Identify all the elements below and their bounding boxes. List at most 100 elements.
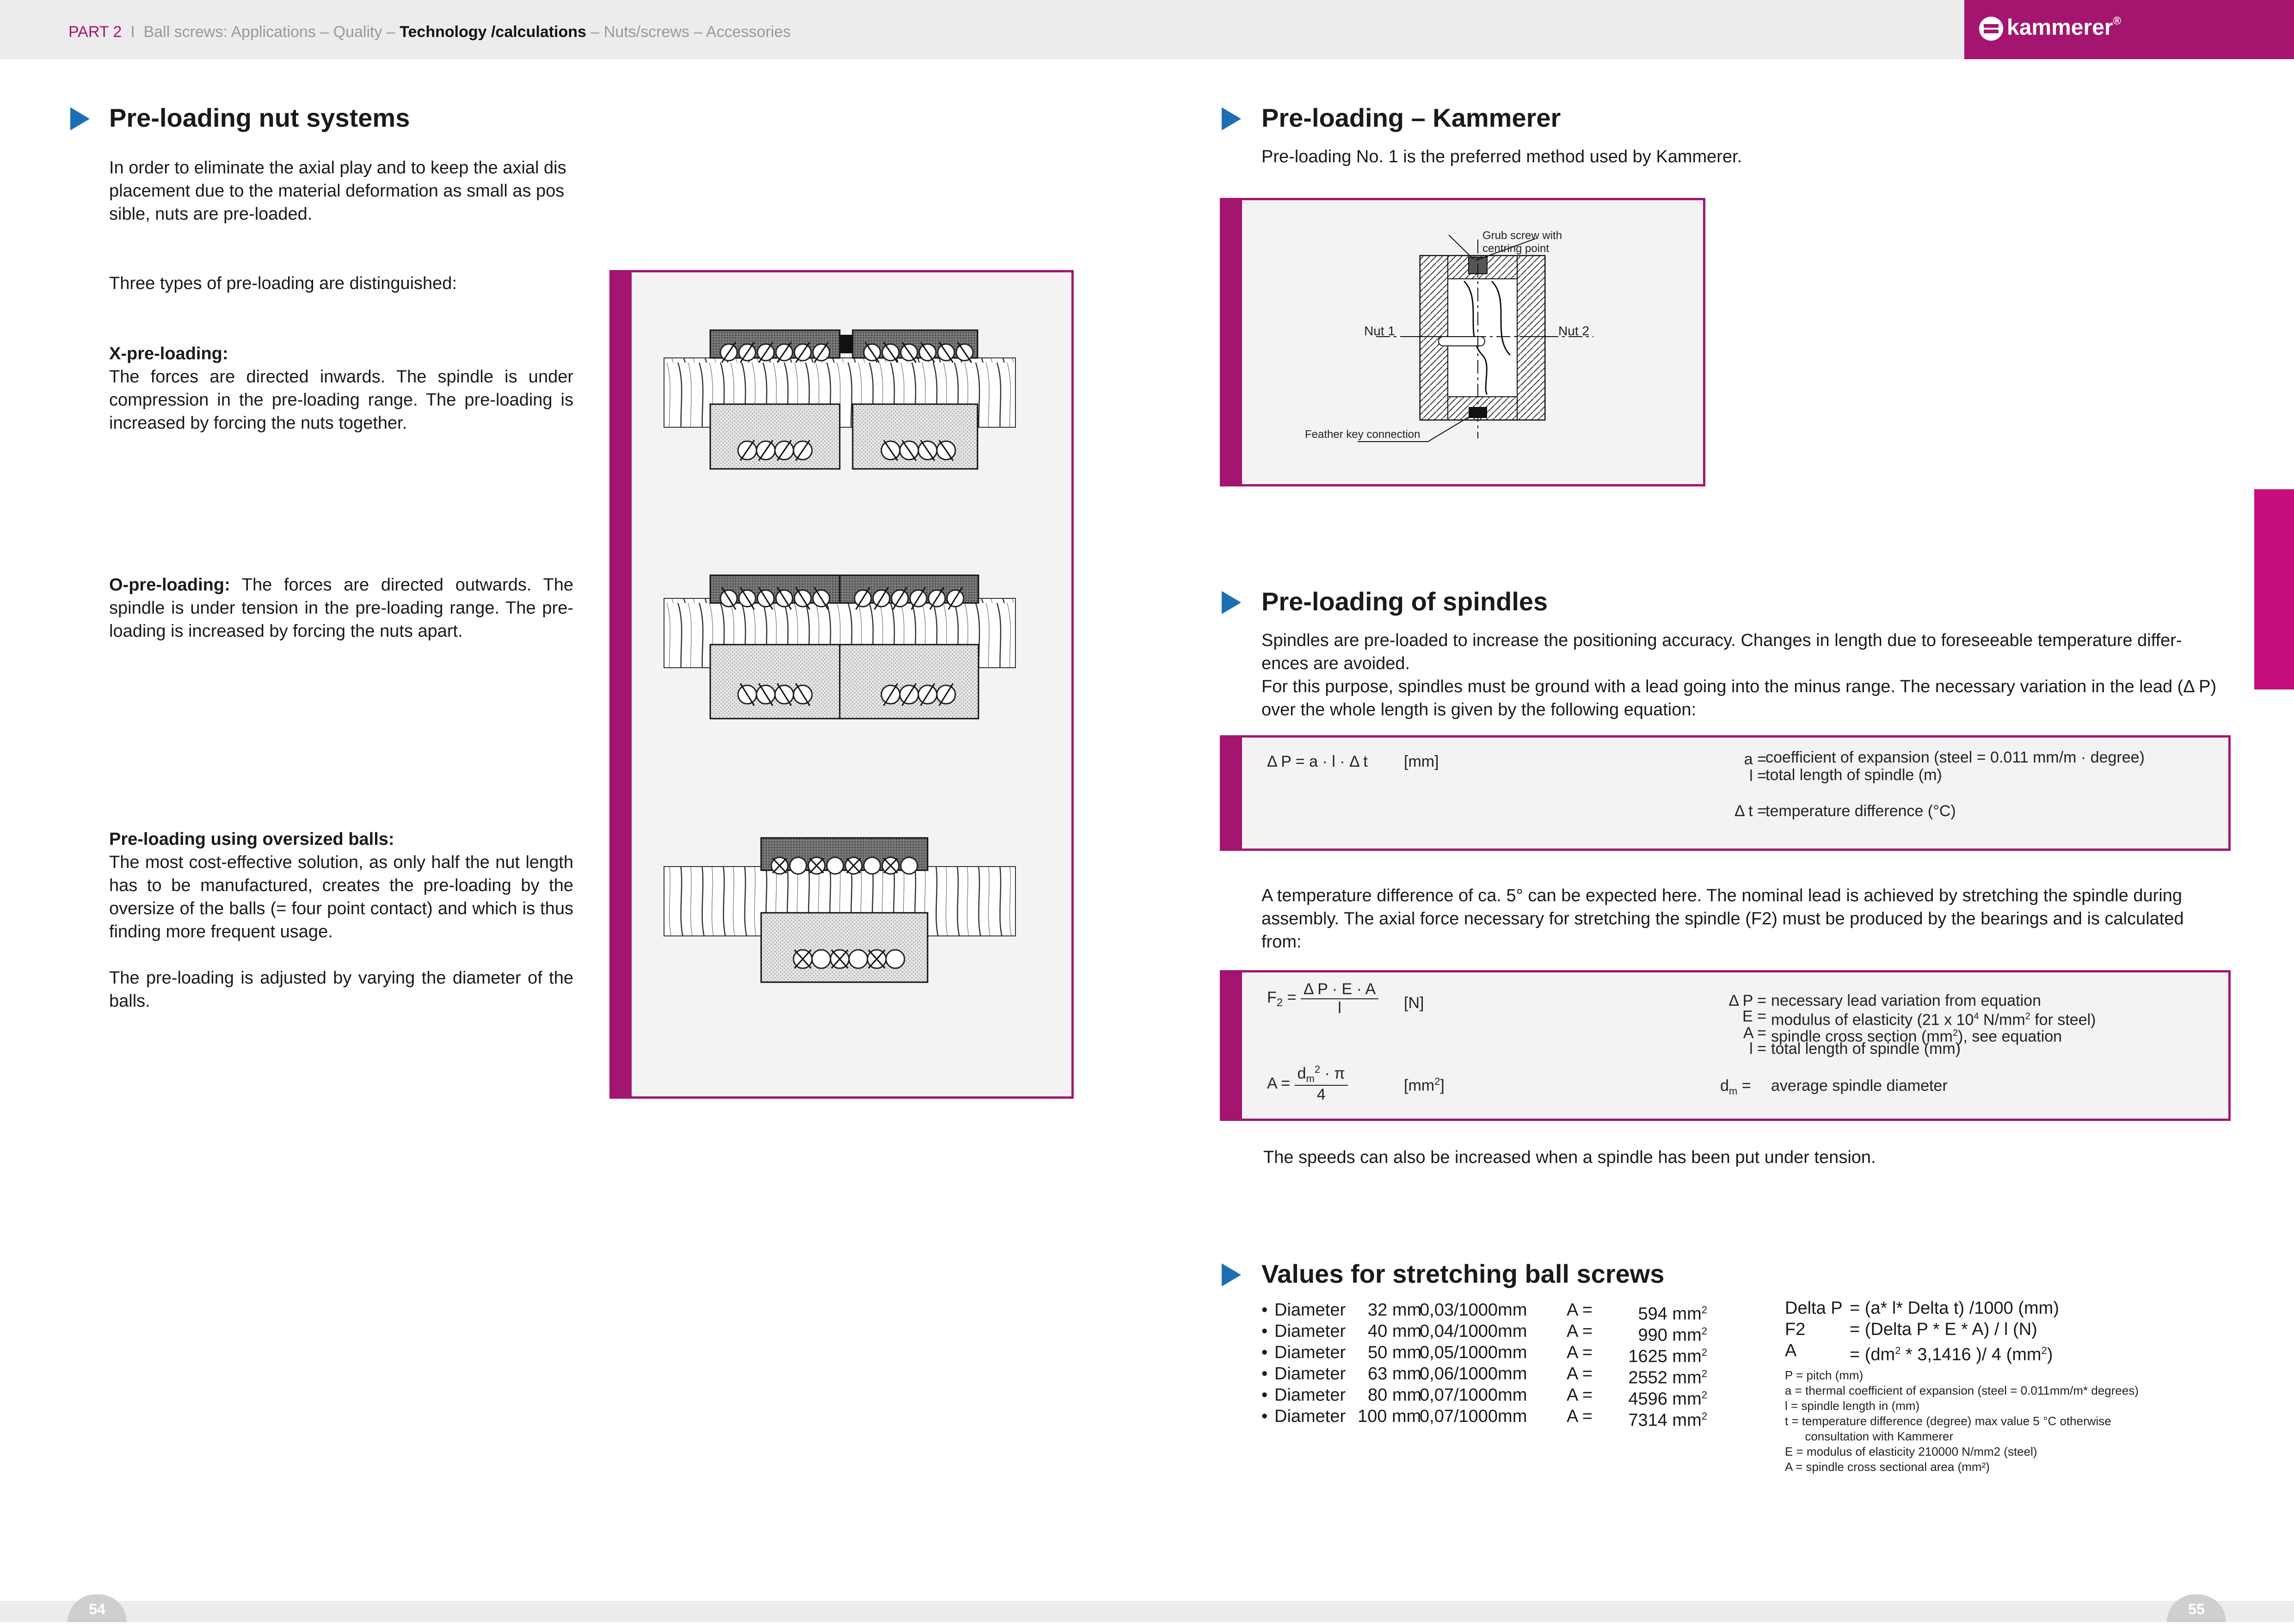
f2-denominator: l (1338, 999, 1341, 1017)
value-area-num: 7314 mm (1628, 1410, 1702, 1430)
formula-area-end: ) (2047, 1345, 2053, 1365)
formula-delta-p-rhs: = (a* l* Delta t) /1000 (mm) (1850, 1298, 2059, 1318)
value-area-sup: 2 (1701, 1304, 1707, 1316)
def-dm-d: d (1720, 1077, 1729, 1095)
def-e-sup2: 2 (2025, 1011, 2030, 1021)
bullet-triangle-icon (1222, 107, 1241, 130)
value-ratio: 0,07/1000mm (1420, 1407, 1527, 1426)
value-a-eq: A = (1567, 1322, 1593, 1341)
value-ratio: 0,03/1000mm (1420, 1300, 1527, 1320)
f2-lhs: F (1267, 988, 1277, 1006)
value-bullet: • (1261, 1343, 1268, 1362)
legend-line: a = thermal coefficient of expansion (st… (1785, 1384, 2139, 1397)
value-diameter: 40 mm (1368, 1322, 1422, 1341)
area-unit-end: ] (1440, 1077, 1445, 1095)
legend-line: consultation with Kammerer (1785, 1429, 1954, 1443)
chapter-side-tab (2254, 489, 2294, 689)
def-a: coefficient of expansion (steel = 0.011 … (1765, 749, 2145, 766)
area-unit-sup: 2 (1434, 1076, 1440, 1087)
area-denominator: 4 (1316, 1086, 1326, 1104)
breadcrumb: PART 2 I Ball screws: Applications – Qua… (68, 23, 791, 41)
formula-area-tail: * 3,1416 )/ 4 (mm (1900, 1345, 2042, 1365)
f2-lhs-sub: 2 (1276, 996, 1283, 1009)
oversized-balls-diagram (664, 837, 1016, 983)
breadcrumb-prefix: Ball screws: Applications – Quality – (143, 23, 395, 41)
stretch-formulas: Delta P = (a* l* Delta t) /1000 (mm) F2 … (1785, 1298, 2139, 1475)
formula-area-sup2: 2 (2041, 1345, 2047, 1356)
value-bullet: • (1261, 1322, 1268, 1341)
f2-numerator: Δ P · E · A (1300, 980, 1379, 999)
kammerer-nut-diagram (1358, 234, 1593, 442)
legend-line: E = modulus of elasticity 210000 N/mm2 (… (1785, 1445, 2037, 1458)
value-a-eq: A = (1567, 1407, 1593, 1426)
brand-logo: kammerer® (2007, 15, 2121, 40)
oversized-balls-adjust: The pre-loading is adjusted by varying t… (109, 968, 573, 1011)
value-area-sup: 2 (1701, 1389, 1707, 1401)
area-num-tail: · π (1320, 1064, 1345, 1083)
oversized-balls-title: Pre-loading using oversized balls: (109, 830, 394, 849)
x-preloading-text: The forces are directed inwards. The spi… (109, 367, 573, 433)
legend-line: A = spindle cross sectional area (mm²) (1785, 1460, 1990, 1474)
legend-line: P = pitch (mm) (1785, 1368, 1863, 1382)
x-preloading-paragraph: X-pre-loading: The forces are directed i… (109, 342, 573, 435)
label-centring-point: centring point (1482, 242, 1550, 255)
legend-line: t = temperature difference (degree) max … (1785, 1414, 2111, 1428)
area-num-sub: m (1306, 1073, 1315, 1085)
value-a-eq: A = (1567, 1364, 1593, 1384)
o-preloading-title: O-pre-loading: (109, 575, 230, 595)
equation-delta-p: Δ P = a · l · Δ t (1267, 753, 1368, 770)
value-area-sup: 2 (1701, 1325, 1707, 1337)
def-delta-p: necessary lead variation from equation (1771, 992, 2041, 1009)
kammerer-logo-icon (1979, 17, 2003, 41)
equation-area-unit: [mm2] (1404, 1076, 1445, 1095)
bullet-triangle-icon (1222, 591, 1241, 614)
value-area-sup: 2 (1701, 1410, 1707, 1422)
equation-f2-unit: [N] (1404, 994, 1424, 1012)
bullet-triangle-icon (1222, 1263, 1241, 1286)
value-ratio: 0,07/1000mm (1420, 1385, 1527, 1405)
value-bullet: • (1261, 1300, 1268, 1320)
f2-eq: = (1287, 988, 1297, 1006)
x-preloading-diagram (664, 329, 1016, 470)
value-area: 7314 mm2 (1599, 1406, 1707, 1431)
value-label: Diameter (1274, 1300, 1346, 1320)
formula-area-sup: 2 (1895, 1345, 1901, 1356)
formula-area-rhs-text: = (dm (1850, 1345, 1895, 1365)
value-bullet: • (1261, 1385, 1268, 1405)
preloading-diagrams (664, 329, 1016, 983)
equation-f2: F2 = Δ P · E · Al (1267, 980, 1379, 1017)
formula-area: A = (dm2 * 3,1416 )/ 4 (mm2) (1785, 1340, 2139, 1365)
value-label: Diameter (1274, 1322, 1346, 1341)
formula-f2-lhs: F2 (1785, 1320, 1806, 1339)
def-dm-eq: = (1741, 1077, 1751, 1095)
kammerer-text: Pre-loading No. 1 is the preferred metho… (1261, 147, 1742, 166)
legend-line: l = spindle length in (mm) (1785, 1399, 1920, 1413)
breadcrumb-suffix: – Nuts/screws – Accessories (590, 23, 791, 41)
label-feather-key: Feather key connection (1305, 428, 1421, 441)
def-l-symbol: l = (1749, 767, 1766, 785)
spindles-text-1: Spindles are pre-loaded to increase the … (1261, 631, 2182, 673)
label-nut-1: Nut 1 (1364, 324, 1395, 338)
def-delta-t: temperature difference (°C) (1765, 802, 1956, 820)
def-e-symbol: E = (1742, 1008, 1766, 1025)
value-a-eq: A = (1567, 1300, 1593, 1320)
bullet-triangle-icon (70, 107, 90, 130)
area-num-sup: 2 (1314, 1064, 1321, 1075)
value-area-sup: 2 (1701, 1368, 1707, 1379)
footer-bar (0, 1601, 2294, 1622)
value-diameter: 50 mm (1368, 1343, 1422, 1362)
def-l2: total length of spindle (mm) (1771, 1040, 1961, 1058)
oversized-balls-paragraph: Pre-loading using oversized balls: The m… (109, 828, 573, 943)
spindles-text-4: The speeds can also be increased when a … (1263, 1148, 1876, 1167)
value-label: Diameter (1274, 1364, 1346, 1384)
section-title-preloading-spindles: Pre-loading of spindles (1261, 587, 1548, 616)
breadcrumb-current: Technology /calculations (400, 23, 586, 41)
def-a2-sup: 2 (1953, 1028, 1958, 1038)
value-diameter: 100 mm (1358, 1407, 1421, 1426)
value-area-sup: 2 (1701, 1347, 1707, 1358)
value-diameter: 32 mm (1368, 1300, 1422, 1320)
page-number-right: 55 (2167, 1594, 2226, 1622)
formula-legend: P = pitch (mm) a = thermal coefficient o… (1785, 1368, 2139, 1475)
area-numerator: dm2 · π (1294, 1064, 1348, 1086)
equation-delta-p-unit: [mm] (1404, 753, 1439, 770)
